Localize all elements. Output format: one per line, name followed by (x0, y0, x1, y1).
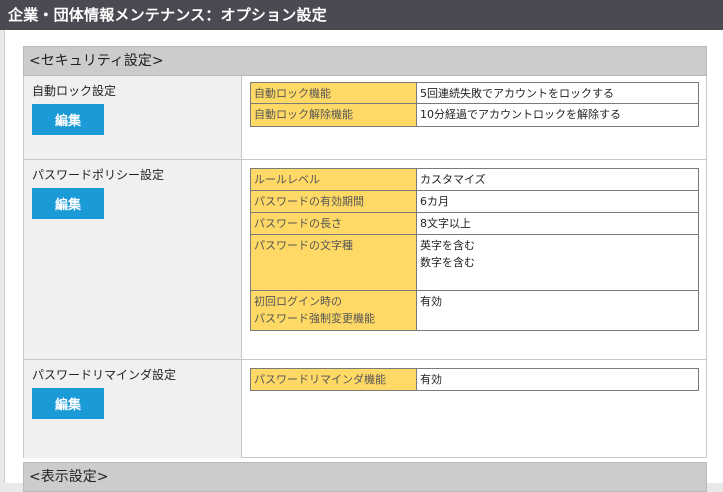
password-reminder-edit-button[interactable]: 編集 (32, 388, 104, 419)
table-row: 自動ロック解除機能 10分経過でアカウントロックを解除する (250, 103, 699, 127)
autolock-row-header: 自動ロック設定 編集 (24, 76, 242, 159)
password-length-key: パスワードの長さ (250, 212, 417, 235)
autolock-detail-table: 自動ロック機能 5回連続失敗でアカウントをロックする 自動ロック解除機能 10分… (250, 82, 699, 127)
password-policy-row: パスワードポリシー設定 編集 ルールレベル カスタマイズ パスワードの有効期間 … (24, 160, 706, 360)
force-change-key-line2: パスワード強制変更機能 (254, 312, 375, 325)
password-policy-row-header: パスワードポリシー設定 編集 (24, 160, 242, 359)
autolock-edit-button[interactable]: 編集 (32, 104, 104, 135)
force-change-value: 有効 (416, 290, 699, 331)
autolock-release-key: 自動ロック解除機能 (250, 103, 417, 127)
autolock-row: 自動ロック設定 編集 自動ロック機能 5回連続失敗でアカウントをロックする 自動… (24, 76, 706, 160)
chartype-digit: 数字を含む (420, 256, 475, 269)
force-change-key-line1: 初回ログイン時の (254, 295, 342, 308)
rule-level-key: ルールレベル (250, 168, 417, 191)
table-row: ルールレベル カスタマイズ (250, 168, 699, 191)
password-reminder-row: パスワードリマインダ設定 編集 パスワードリマインダ機能 有効 (24, 360, 706, 458)
password-policy-edit-button[interactable]: 編集 (32, 188, 104, 219)
password-length-value: 8文字以上 (416, 212, 699, 235)
chartype-alpha: 英字を含む (420, 239, 475, 252)
table-row: パスワードの長さ 8文字以上 (250, 212, 699, 235)
table-row: パスワードリマインダ機能 有効 (250, 368, 699, 391)
reminder-function-key: パスワードリマインダ機能 (250, 368, 417, 391)
options-panel: <セキュリティ設定> 自動ロック設定 編集 自動ロック機能 5回連続失敗でアカウ… (4, 30, 723, 492)
password-chartype-key: パスワードの文字種 (250, 234, 417, 291)
autolock-label: 自動ロック設定 (32, 84, 117, 98)
password-reminder-label: パスワードリマインダ設定 (32, 368, 177, 382)
table-row: 初回ログイン時の パスワード強制変更機能 有効 (250, 290, 699, 331)
password-validity-value: 6カ月 (416, 190, 699, 213)
autolock-function-value: 5回連続失敗でアカウントをロックする (416, 82, 699, 104)
autolock-release-value: 10分経過でアカウントロックを解除する (416, 103, 699, 127)
password-chartype-value: 英字を含む 数字を含む (416, 234, 699, 291)
autolock-function-key: 自動ロック機能 (250, 82, 417, 104)
force-change-key: 初回ログイン時の パスワード強制変更機能 (250, 290, 417, 331)
table-row: 自動ロック機能 5回連続失敗でアカウントをロックする (250, 82, 699, 104)
window-title: 企業・団体情報メンテナンス：オプション設定 (0, 0, 723, 30)
display-section-header: <表示設定> (23, 462, 707, 492)
password-validity-key: パスワードの有効期間 (250, 190, 417, 213)
security-section-header: <セキュリティ設定> (23, 46, 707, 76)
password-reminder-detail-table: パスワードリマインダ機能 有効 (250, 368, 699, 391)
password-policy-label: パスワードポリシー設定 (32, 168, 165, 182)
table-row: パスワードの文字種 英字を含む 数字を含む (250, 234, 699, 291)
password-reminder-row-header: パスワードリマインダ設定 編集 (24, 360, 242, 458)
table-row: パスワードの有効期間 6カ月 (250, 190, 699, 213)
password-policy-detail-table: ルールレベル カスタマイズ パスワードの有効期間 6カ月 パスワードの長さ 8文… (250, 168, 699, 331)
rule-level-value: カスタマイズ (416, 168, 699, 191)
reminder-function-value: 有効 (416, 368, 699, 391)
security-settings-table: 自動ロック設定 編集 自動ロック機能 5回連続失敗でアカウントをロックする 自動… (23, 76, 707, 458)
